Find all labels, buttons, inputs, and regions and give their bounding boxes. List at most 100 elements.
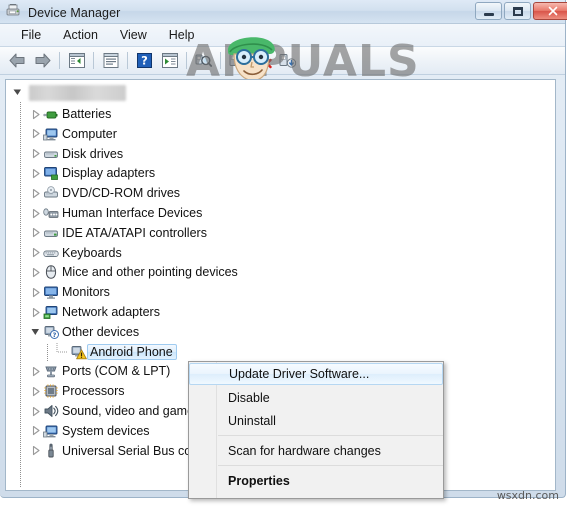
tree-item-dvd-cd-rom-drives[interactable]: DVD/CD-ROM drives xyxy=(28,184,183,202)
chevron-right-icon[interactable] xyxy=(28,386,42,397)
scan-for-hardware-changes-button[interactable] xyxy=(192,50,215,72)
chevron-right-icon[interactable] xyxy=(28,128,42,139)
tree-item-label: Other devices xyxy=(62,324,140,339)
help-button[interactable]: ? xyxy=(133,50,156,72)
tree-item-computer[interactable]: Computer xyxy=(28,125,120,143)
show-hide-console-tree-button[interactable] xyxy=(65,50,88,72)
back-button[interactable] xyxy=(6,50,29,72)
context-menu-item-disable[interactable]: Disable xyxy=(218,386,443,409)
tree-item-ide-ata-atapi-controllers[interactable]: IDE ATA/ATAPI controllers xyxy=(28,224,210,242)
system-device-icon xyxy=(42,423,60,439)
chevron-right-icon[interactable] xyxy=(28,168,42,179)
tree-item-other-devices[interactable]: ? Other devices xyxy=(28,323,142,341)
show-hide-console-tree-icon xyxy=(68,53,85,68)
mouse-icon xyxy=(42,264,60,280)
minimize-button[interactable] xyxy=(475,2,502,20)
unknown-device-icon xyxy=(69,344,87,360)
context-menu-separator-2 xyxy=(218,465,443,466)
toolbar-separator-4 xyxy=(186,52,187,69)
tree-item-label: IDE ATA/ATAPI controllers xyxy=(62,225,207,240)
svg-text:?: ? xyxy=(141,54,148,68)
usb-icon xyxy=(42,443,60,459)
chevron-right-icon[interactable] xyxy=(28,267,42,278)
keyboard-icon xyxy=(42,245,60,261)
update-driver-software-button[interactable] xyxy=(226,50,249,72)
context-menu-item-uninstall[interactable]: Uninstall xyxy=(218,409,443,432)
toolbar: ? xyxy=(0,47,565,75)
processor-icon xyxy=(42,383,60,399)
title-bar[interactable]: Device Manager xyxy=(0,0,567,24)
device-manager-window: Device Manager File Action View Help ? A… xyxy=(0,0,567,499)
wsxdn-watermark: wsxdn.com xyxy=(496,489,559,502)
tree-item-network-adapters[interactable]: Network adapters xyxy=(28,303,163,321)
display-icon xyxy=(42,165,60,181)
update-driver-software-icon xyxy=(229,54,245,67)
tree-root-twisty-expanded-icon[interactable] xyxy=(12,84,23,102)
maximize-icon xyxy=(512,6,523,16)
menu-item-file[interactable]: File xyxy=(10,26,52,44)
chevron-right-icon[interactable] xyxy=(28,188,42,199)
tree-item-ports-com-lpt[interactable]: Ports (COM & LPT) xyxy=(28,362,173,380)
menu-item-view[interactable]: View xyxy=(109,26,158,44)
chevron-right-icon[interactable] xyxy=(28,247,42,258)
tree-item-label: Human Interface Devices xyxy=(62,206,203,220)
menu-item-help[interactable]: Help xyxy=(158,26,206,44)
toolbar-separator-5 xyxy=(220,52,221,69)
tree-item-disk-drives[interactable]: Disk drives xyxy=(28,145,126,163)
chevron-right-icon[interactable] xyxy=(28,366,42,377)
context-menu-item-scan-for-hardware-changes[interactable]: Scan for hardware changes xyxy=(218,439,443,462)
chevron-right-icon[interactable] xyxy=(28,109,42,120)
tree-item-label: Batteries xyxy=(62,107,112,121)
window-title: Device Manager xyxy=(28,5,121,20)
tree-item-display-adapters[interactable]: Display adapters xyxy=(28,164,158,182)
chevron-right-icon[interactable] xyxy=(28,148,42,159)
disable-device-button[interactable] xyxy=(251,50,274,72)
ide-controller-icon xyxy=(42,225,60,241)
context-menu-item-update-driver-software[interactable]: Update Driver Software... xyxy=(189,363,443,385)
tree-item-android-phone[interactable]: Android Phone xyxy=(55,342,177,361)
tree-item-mice-and-other-pointing-devices[interactable]: Mice and other pointing devices xyxy=(28,263,241,281)
tree-item-label: Display adapters xyxy=(62,166,156,181)
properties-button[interactable] xyxy=(99,50,122,72)
chevron-right-icon[interactable] xyxy=(28,406,42,417)
minimize-icon xyxy=(483,12,494,16)
hid-icon xyxy=(42,205,60,221)
tree-item-batteries[interactable]: Batteries xyxy=(28,105,114,123)
show-hide-action-pane-button[interactable] xyxy=(158,50,181,72)
back-arrow-icon xyxy=(9,53,25,68)
close-icon xyxy=(548,6,558,16)
tree-item-label: Network adapters xyxy=(62,305,160,319)
maximize-button[interactable] xyxy=(504,2,531,20)
chevron-right-icon[interactable] xyxy=(28,445,42,456)
chevron-right-icon[interactable] xyxy=(28,287,42,298)
show-hide-action-pane-icon xyxy=(161,53,178,68)
computer-icon xyxy=(42,126,60,142)
toolbar-separator-3 xyxy=(127,52,128,69)
tree-item-monitors[interactable]: Monitors xyxy=(28,283,113,301)
disk-drive-icon xyxy=(42,146,60,162)
tree-item-label: Android Phone xyxy=(87,343,177,360)
chevron-down-icon[interactable] xyxy=(28,326,42,337)
disable-device-icon xyxy=(254,54,272,69)
chevron-right-icon[interactable] xyxy=(28,227,42,238)
tree-item-human-interface-devices[interactable]: Human Interface Devices xyxy=(28,204,205,222)
menu-item-action[interactable]: Action xyxy=(52,26,109,44)
tree-item-label: System devices xyxy=(62,423,150,438)
tree-item-processors[interactable]: Processors xyxy=(28,382,128,400)
tree-root-node[interactable] xyxy=(12,84,126,102)
tree-item-label: Keyboards xyxy=(62,245,122,260)
chevron-right-icon[interactable] xyxy=(28,307,42,318)
uninstall-device-button[interactable] xyxy=(276,50,299,72)
menu-bar: File Action View Help xyxy=(0,24,565,47)
chevron-right-icon[interactable] xyxy=(28,425,42,436)
context-menu-item-properties[interactable]: Properties xyxy=(218,469,443,492)
window-controls xyxy=(475,2,567,20)
chevron-right-icon[interactable] xyxy=(28,208,42,219)
forward-button[interactable] xyxy=(31,50,54,72)
tree-item-system-devices[interactable]: System devices xyxy=(28,422,153,440)
close-button[interactable] xyxy=(533,2,567,20)
svg-text:?: ? xyxy=(53,331,57,339)
context-menu[interactable]: Update Driver Software... Disable Uninst… xyxy=(188,361,444,499)
tree-item-keyboards[interactable]: Keyboards xyxy=(28,244,125,262)
tree-item-label: Processors xyxy=(62,384,125,399)
